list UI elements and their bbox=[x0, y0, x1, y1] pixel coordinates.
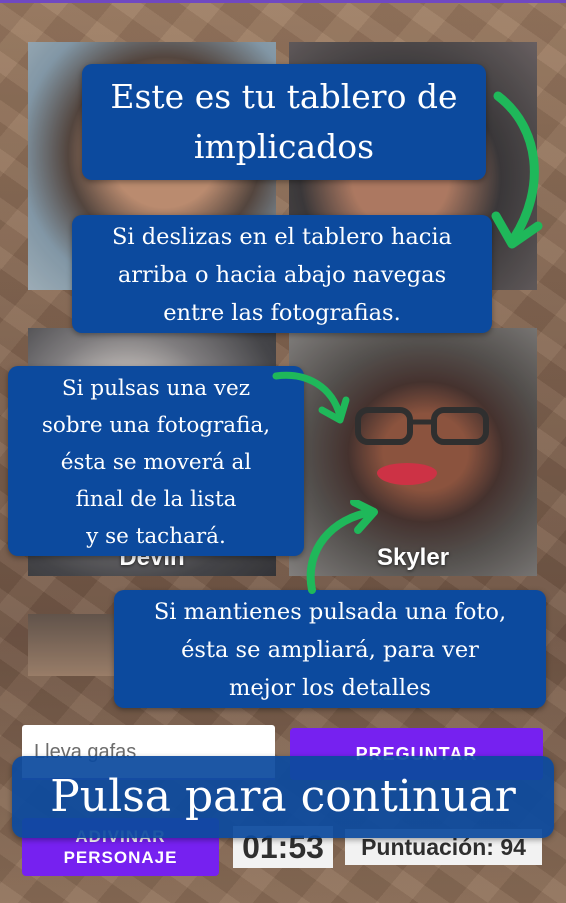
tip-text: ésta se ampliará, para ver bbox=[181, 637, 479, 663]
arrow-up-icon bbox=[306, 500, 378, 594]
continue-prompt[interactable]: Pulsa para continuar bbox=[12, 756, 554, 838]
tip-text: arriba o hacia abajo navegas bbox=[117, 262, 447, 288]
tip-hold: Si mantienes pulsada una foto, ésta se a… bbox=[114, 590, 546, 708]
tip-text: Si mantienes pulsada una foto, bbox=[153, 599, 507, 625]
arrow-right-icon bbox=[272, 371, 350, 424]
tip-text: Este es tu tablero de bbox=[110, 77, 458, 116]
tip-board-title: Este es tu tablero de implicados bbox=[82, 64, 486, 180]
tip-text: final de la lista bbox=[75, 487, 237, 512]
tip-text: mejor los detalles bbox=[229, 675, 431, 701]
tip-text: ésta se moverá al bbox=[60, 450, 252, 475]
tip-text: sobre una fotografia, bbox=[41, 413, 271, 438]
tip-text: implicados bbox=[193, 127, 375, 166]
tip-text: Si pulsas una vez bbox=[61, 376, 251, 401]
arrow-down-icon bbox=[491, 91, 543, 249]
tip-text: entre las fotografias. bbox=[163, 300, 401, 326]
tip-text: Si deslizas en el tablero hacia bbox=[112, 224, 452, 250]
tip-text: y se tachará. bbox=[86, 524, 226, 549]
tip-swipe: Si deslizas en el tablero hacia arriba o… bbox=[72, 215, 492, 333]
tip-tap: Si pulsas una vez sobre una fotografia, … bbox=[8, 366, 304, 556]
